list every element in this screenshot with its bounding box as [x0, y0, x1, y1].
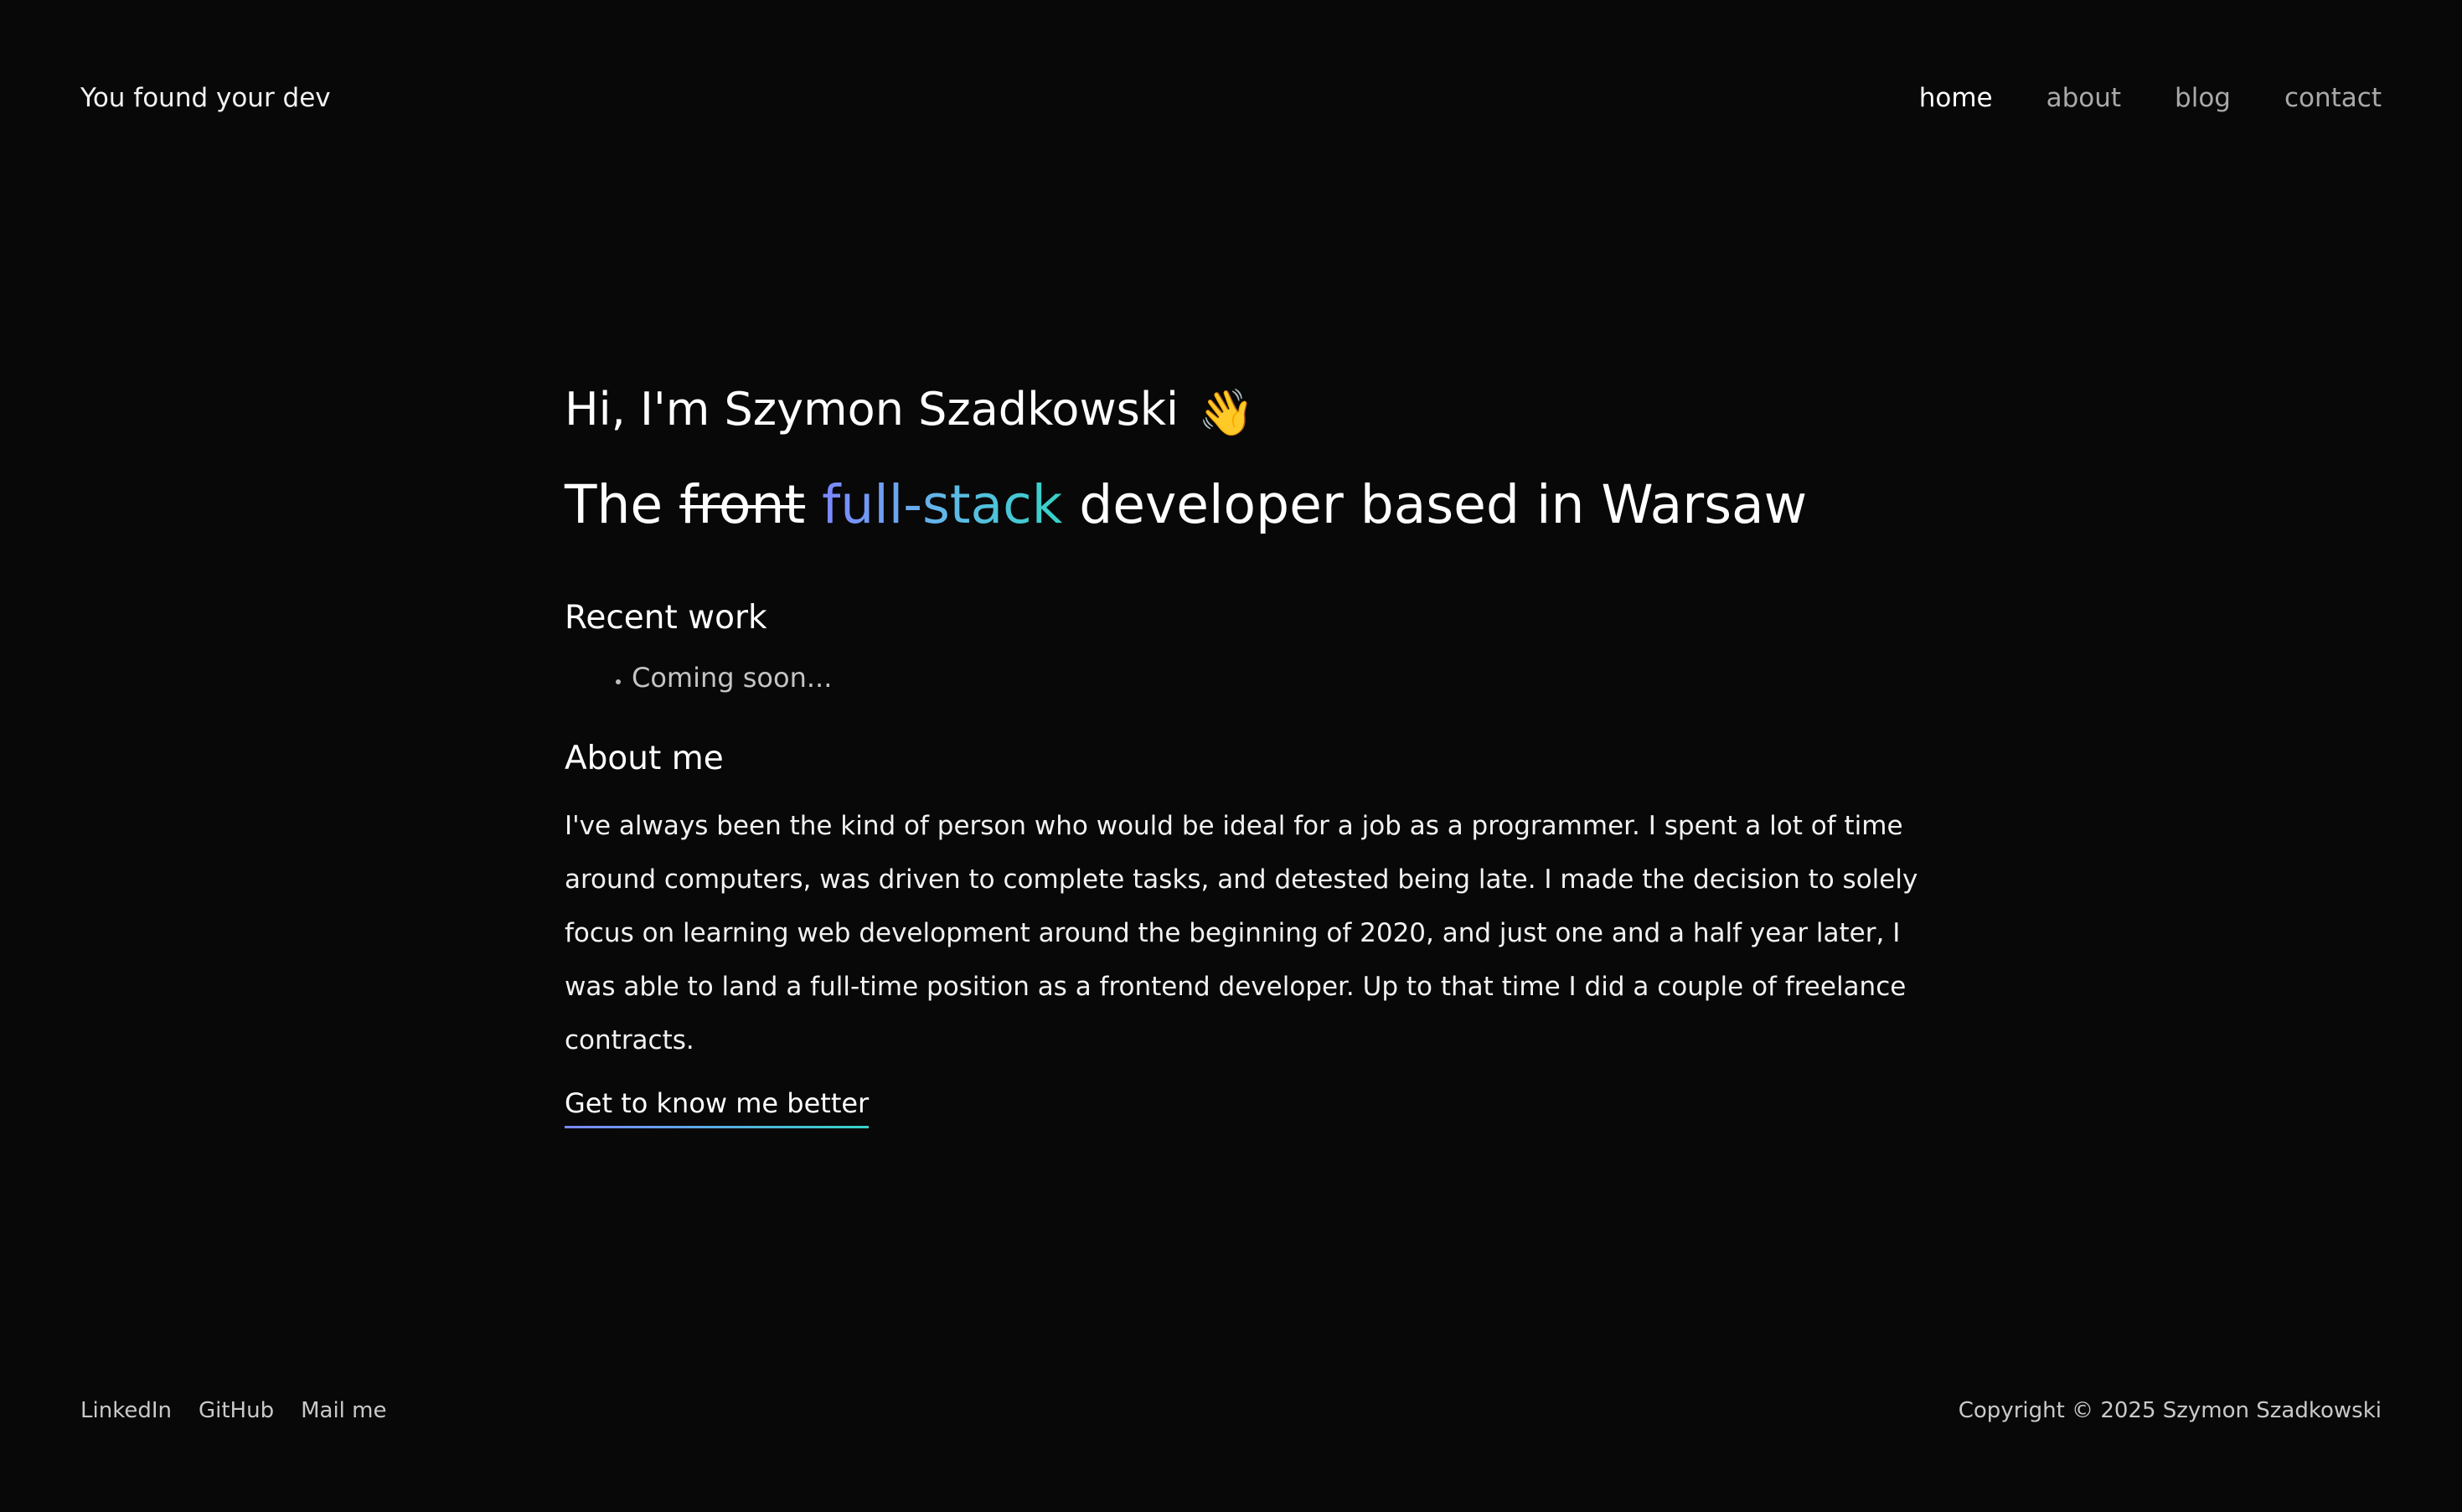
linkedin-link[interactable]: LinkedIn	[80, 1398, 172, 1423]
waving-hand-icon: 👋	[1198, 386, 1255, 439]
list-item: Coming soon...	[632, 657, 1938, 699]
about-me-text: I've always been the kind of person who …	[565, 811, 1918, 1055]
copyright-text: Copyright © 2025 Szymon Szadkowski	[1958, 1398, 2382, 1423]
brand-link[interactable]: You found your dev	[80, 83, 331, 113]
nav-home[interactable]: home	[1919, 83, 1993, 113]
about-me-title: About me	[565, 740, 724, 777]
nav-about[interactable]: about	[2047, 83, 2121, 113]
nav-blog[interactable]: blog	[2175, 83, 2231, 113]
recent-work-title: Recent work	[565, 599, 767, 637]
site-footer: LinkedIn GitHub Mail me Copyright © 2025…	[80, 1391, 2382, 1431]
main-content: Hi, I'm Szymon Szadkowski 👋 The front fu…	[565, 369, 1938, 1128]
nav-contact[interactable]: contact	[2284, 83, 2382, 113]
tagline-struck-word: front	[679, 474, 806, 535]
site-header: You found your dev home about blog conta…	[80, 77, 2382, 119]
recent-work-list: Coming soon...	[565, 657, 1938, 699]
tagline-suffix: developer based in Warsaw	[1079, 474, 1808, 535]
github-link[interactable]: GitHub	[199, 1398, 274, 1423]
footer-links: LinkedIn GitHub Mail me	[80, 1398, 386, 1423]
tagline-prefix: The	[565, 474, 663, 535]
main-nav: home about blog contact	[1919, 83, 2382, 113]
get-to-know-me-link[interactable]: Get to know me better	[565, 1084, 870, 1128]
greeting-heading: Hi, I'm Szymon Szadkowski 👋	[565, 369, 1938, 454]
tagline-highlight: full-stack	[822, 474, 1063, 535]
mail-link[interactable]: Mail me	[301, 1398, 386, 1423]
greeting-text: Hi, I'm Szymon Szadkowski	[565, 383, 1179, 436]
tagline: The front full-stack developer based in …	[565, 467, 1938, 543]
